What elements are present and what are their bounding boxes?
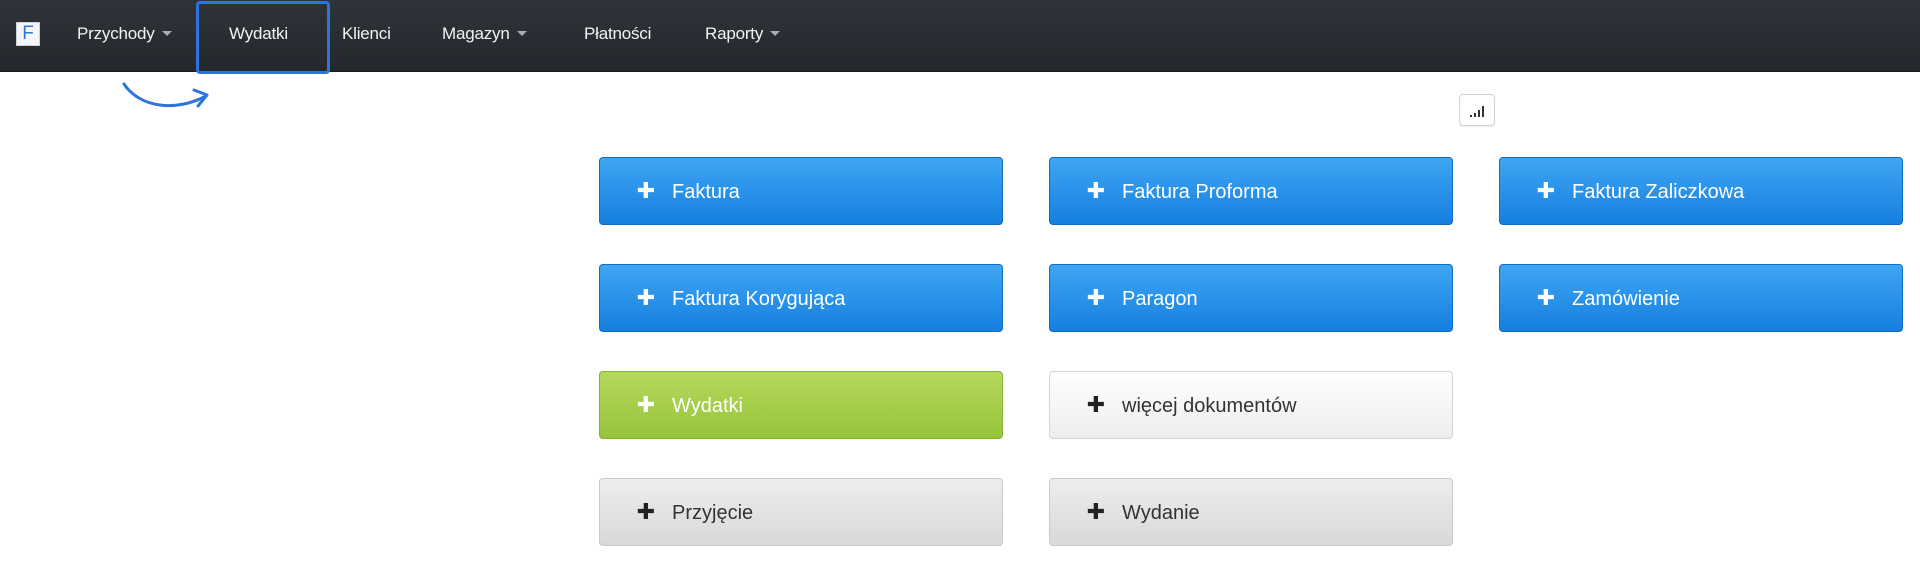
plus-icon: ✚ bbox=[1086, 392, 1106, 417]
plus-icon: ✚ bbox=[636, 178, 656, 203]
plus-icon: ✚ bbox=[636, 499, 656, 524]
button-label: Wydanie bbox=[1122, 502, 1200, 524]
curved-arrow-icon bbox=[122, 82, 209, 108]
more-documents-button[interactable]: ✚ więcej dokumentów bbox=[1049, 371, 1453, 439]
button-label: Faktura Proforma bbox=[1122, 181, 1278, 203]
plus-icon: ✚ bbox=[636, 392, 656, 417]
signal-bars-icon bbox=[1470, 106, 1484, 117]
button-label: więcej dokumentów bbox=[1122, 395, 1297, 417]
chevron-down-icon bbox=[770, 31, 781, 37]
nav-item-label: Raporty bbox=[705, 24, 764, 43]
plus-icon: ✚ bbox=[636, 285, 656, 310]
add-faktura-zaliczkowa-button[interactable]: ✚ Faktura Zaliczkowa bbox=[1499, 157, 1903, 225]
nav-item-raporty[interactable]: Raporty bbox=[705, 0, 781, 72]
button-label: Przyjęcie bbox=[672, 502, 754, 524]
add-wydatki-button[interactable]: ✚ Wydatki bbox=[599, 371, 1003, 439]
button-label: Paragon bbox=[1122, 288, 1198, 310]
plus-icon: ✚ bbox=[1086, 285, 1106, 310]
chevron-down-icon bbox=[161, 31, 172, 37]
active-nav-highlight bbox=[196, 1, 330, 74]
add-faktura-korygujaca-button[interactable]: ✚ Faktura Korygująca bbox=[599, 264, 1003, 332]
add-wydanie-button[interactable]: ✚ Wydanie bbox=[1049, 478, 1453, 546]
nav-item-label: Przychody bbox=[77, 24, 155, 43]
plus-icon: ✚ bbox=[1086, 178, 1106, 203]
add-przyjecie-button[interactable]: ✚ Przyjęcie bbox=[599, 478, 1003, 546]
button-label: Faktura Korygująca bbox=[672, 288, 846, 310]
button-label: Faktura Zaliczkowa bbox=[1572, 181, 1745, 203]
app-logo[interactable]: F bbox=[16, 22, 40, 46]
nav-item-platnosci[interactable]: Płatności bbox=[584, 0, 651, 72]
add-paragon-button[interactable]: ✚ Paragon bbox=[1049, 264, 1453, 332]
add-zamowienie-button[interactable]: ✚ Zamówienie bbox=[1499, 264, 1903, 332]
nav-item-label: Magazyn bbox=[442, 24, 510, 43]
add-faktura-proforma-button[interactable]: ✚ Faktura Proforma bbox=[1049, 157, 1453, 225]
statistics-button[interactable] bbox=[1459, 94, 1495, 126]
nav-item-label: Płatności bbox=[584, 24, 652, 43]
button-label: Wydatki bbox=[672, 395, 743, 417]
button-label: Zamówienie bbox=[1572, 288, 1680, 310]
plus-icon: ✚ bbox=[1086, 499, 1106, 524]
nav-item-klienci[interactable]: Klienci bbox=[342, 0, 391, 72]
nav-item-przychody[interactable]: Przychody bbox=[77, 0, 172, 72]
nav-item-magazyn[interactable]: Magazyn bbox=[442, 0, 527, 72]
plus-icon: ✚ bbox=[1536, 178, 1556, 203]
nav-item-label: Klienci bbox=[342, 24, 391, 43]
add-faktura-button[interactable]: ✚ Faktura bbox=[599, 157, 1003, 225]
chevron-down-icon bbox=[516, 31, 527, 37]
plus-icon: ✚ bbox=[1536, 285, 1556, 310]
button-label: Faktura bbox=[672, 181, 740, 203]
